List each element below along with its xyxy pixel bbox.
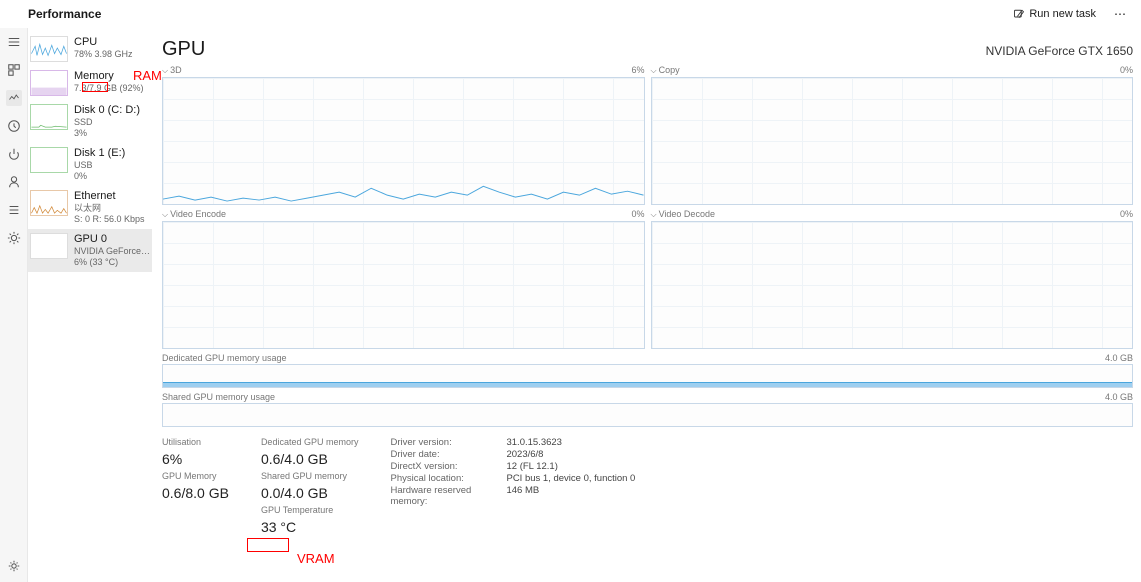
run-new-task-label: Run new task: [1029, 8, 1096, 20]
memory-label: Memory: [74, 70, 144, 83]
temp-value: 33 °C: [261, 519, 359, 535]
startup-apps-icon[interactable]: [6, 146, 22, 162]
graph-dedicated-memory[interactable]: Dedicated GPU memory usage4.0 GB: [162, 353, 1133, 388]
shrmem-value: 0.0/4.0 GB: [261, 485, 359, 501]
gpumem-value: 0.6/8.0 GB: [162, 485, 229, 501]
detail-list: Driver version:31.0.15.3623 Driver date:…: [390, 437, 635, 507]
disk0-label: Disk 0 (C: D:): [74, 104, 140, 117]
temp-label: GPU Temperature: [261, 505, 359, 515]
gpu0-label: GPU 0: [74, 233, 152, 246]
sidebar-item-disk0[interactable]: Disk 0 (C: D:)SSD3%: [28, 100, 152, 143]
run-new-task-button[interactable]: Run new task: [1007, 6, 1102, 22]
more-button[interactable]: ⋯: [1108, 5, 1133, 23]
graph-3d[interactable]: 3D6%: [162, 65, 645, 205]
sidebar-item-ethernet[interactable]: Ethernet以太网S: 0 R: 56.0 Kbps: [28, 186, 152, 229]
main-title: GPU: [162, 38, 205, 61]
sidebar-item-memory[interactable]: Memory7.3/7.9 GB (92%): [28, 66, 152, 100]
sidebar-item-cpu[interactable]: CPU78% 3.98 GHz: [28, 32, 152, 66]
settings-icon[interactable]: [6, 558, 22, 574]
graph-video-encode[interactable]: Video Encode0%: [162, 209, 645, 349]
details-icon[interactable]: [6, 202, 22, 218]
graph-video-decode[interactable]: Video Decode0%: [651, 209, 1134, 349]
performance-icon[interactable]: [6, 90, 22, 106]
graph-shared-memory[interactable]: Shared GPU memory usage4.0 GB: [162, 392, 1133, 427]
app-history-icon[interactable]: [6, 118, 22, 134]
graph-copy[interactable]: Copy0%: [651, 65, 1134, 205]
dedmem-label: Dedicated GPU memory: [261, 437, 359, 447]
gpumem-label: GPU Memory: [162, 471, 229, 481]
cpu-label: CPU: [74, 36, 133, 49]
dedmem-value: 0.6/4.0 GB: [261, 451, 359, 467]
disk1-label: Disk 1 (E:): [74, 147, 125, 160]
util-value: 6%: [162, 451, 229, 467]
gpu-device-name: NVIDIA GeForce GTX 1650: [986, 44, 1133, 58]
hamburger-icon[interactable]: [6, 34, 22, 50]
ethernet-label: Ethernet: [74, 190, 145, 203]
processes-icon[interactable]: [6, 62, 22, 78]
page-title: Performance: [28, 7, 101, 21]
sidebar-item-disk1[interactable]: Disk 1 (E:)USB0%: [28, 143, 152, 186]
util-label: Utilisation: [162, 437, 229, 447]
users-icon[interactable]: [6, 174, 22, 190]
services-icon[interactable]: [6, 230, 22, 246]
sidebar-item-gpu0[interactable]: GPU 0NVIDIA GeForce G...6% (33 °C): [28, 229, 152, 272]
shrmem-label: Shared GPU memory: [261, 471, 359, 481]
